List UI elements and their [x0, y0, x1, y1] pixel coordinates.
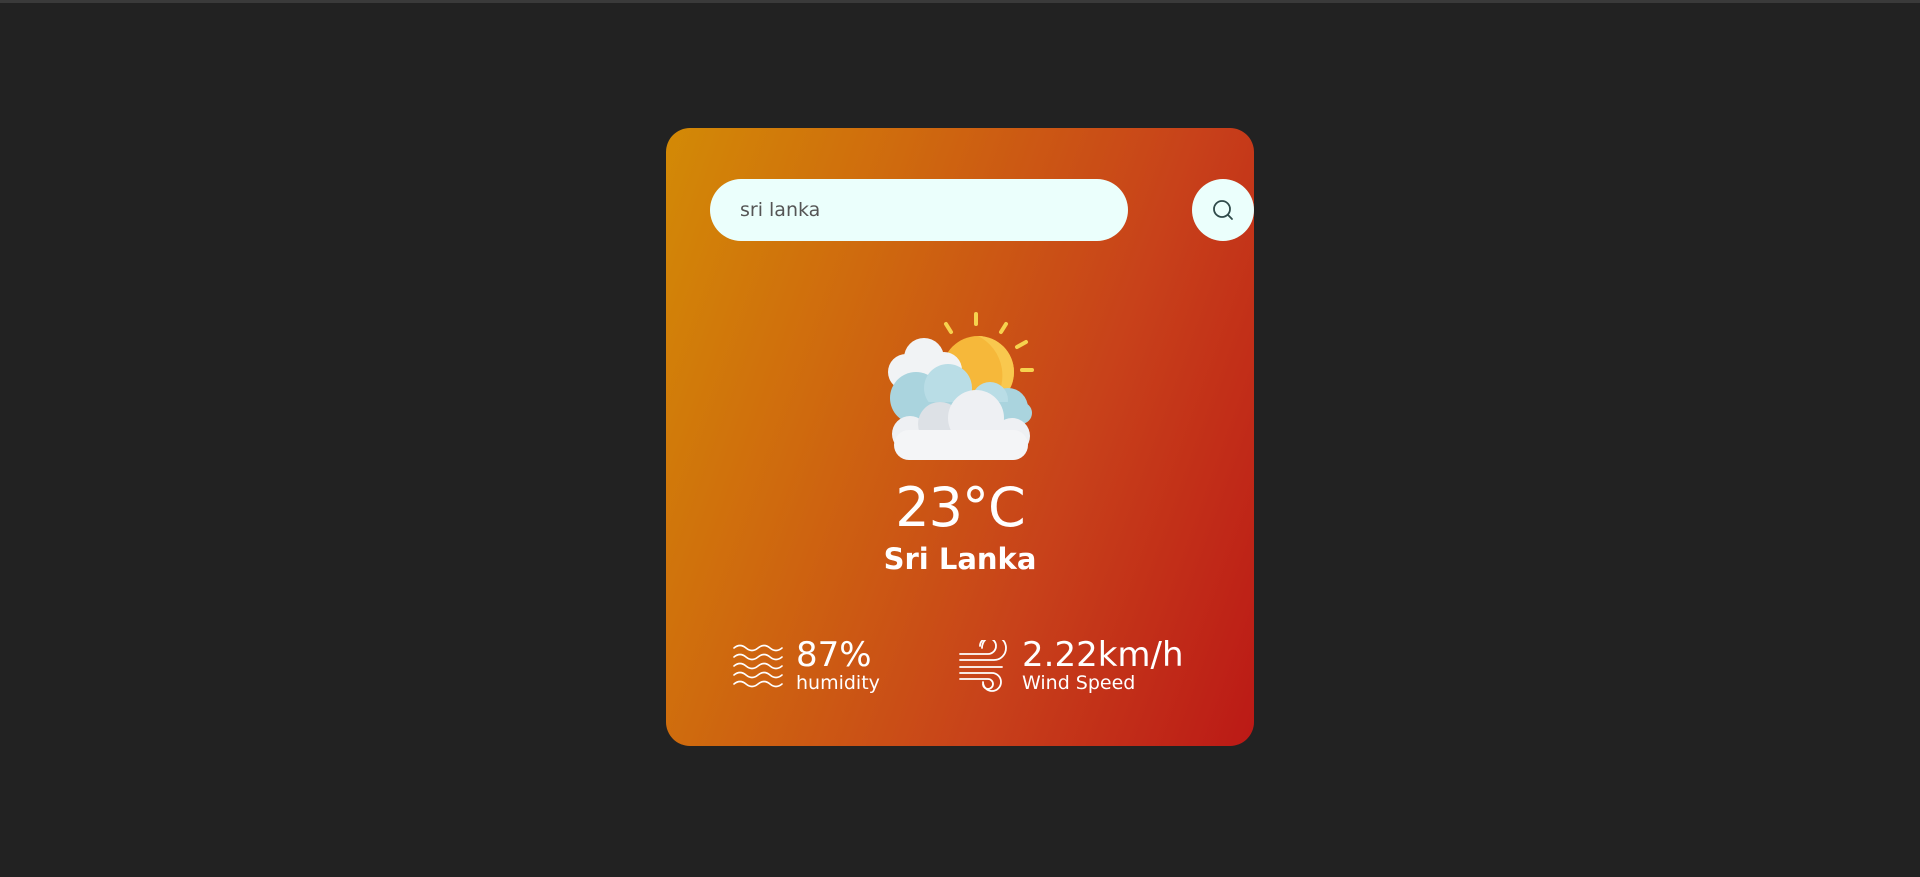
search-icon: [1213, 200, 1233, 220]
humidity-waves-icon: [733, 644, 783, 687]
wind-speed-stat: 2.22km/h Wind Speed: [958, 638, 1184, 693]
temperature-value: 23°C: [895, 476, 1025, 539]
humidity-stat: 87% humidity: [732, 638, 880, 693]
partly-cloudy-sun-icon: [888, 312, 1034, 460]
humidity-value: 87%: [796, 635, 872, 675]
humidity-label: humidity: [796, 672, 880, 694]
city-name: Sri Lanka: [883, 542, 1037, 576]
window-top-border: [0, 0, 1920, 3]
weather-card: 23°C Sri Lanka 87% humidity: [666, 128, 1254, 746]
wind-speed-value: 2.22km/h: [1022, 635, 1184, 675]
wind-speed-label: Wind Speed: [1022, 672, 1136, 694]
search-bar: [710, 179, 1254, 241]
search-input[interactable]: [710, 179, 1128, 241]
wind-icon: [959, 639, 1007, 692]
search-button[interactable]: [1192, 179, 1254, 241]
